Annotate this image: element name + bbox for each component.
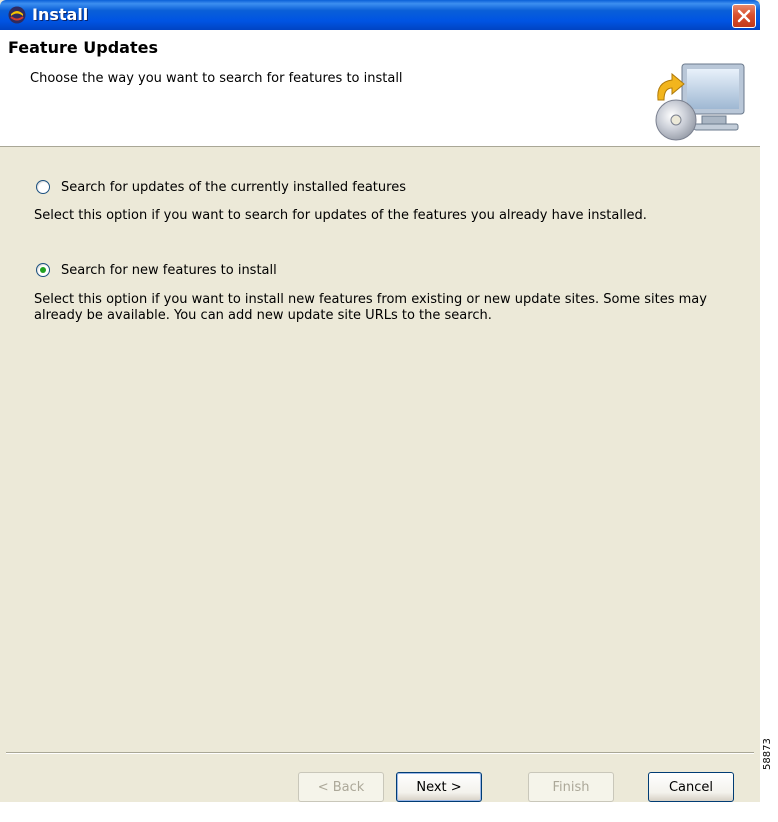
- search-new-features-description: Select this option if you want to instal…: [34, 292, 707, 323]
- search-new-features-option[interactable]: Search for new features to install: [36, 260, 277, 280]
- next-button[interactable]: Next >: [396, 772, 482, 802]
- search-new-features-label: Search for new features to install: [61, 262, 277, 278]
- search-updates-description: Select this option if you want to search…: [34, 208, 647, 223]
- button-bar-separator: [6, 752, 754, 754]
- title-bar[interactable]: Install: [0, 0, 760, 30]
- install-wizard-computer-icon: [655, 63, 745, 141]
- cancel-button[interactable]: Cancel: [648, 772, 734, 802]
- finish-button[interactable]: Finish: [528, 772, 614, 802]
- search-updates-label: Search for updates of the currently inst…: [61, 179, 406, 195]
- page-description: Choose the way you want to search for fe…: [30, 71, 403, 86]
- window-title: Install: [32, 5, 89, 24]
- search-updates-option[interactable]: Search for updates of the currently inst…: [36, 177, 406, 197]
- eclipse-icon: [8, 6, 26, 24]
- search-updates-radio[interactable]: [36, 180, 50, 194]
- page-title: Feature Updates: [8, 38, 158, 57]
- close-icon: [737, 9, 751, 23]
- back-button[interactable]: < Back: [298, 772, 384, 802]
- figure-id: 58873: [762, 738, 773, 770]
- search-new-features-radio[interactable]: [36, 263, 50, 277]
- close-button[interactable]: [732, 4, 756, 28]
- install-dialog: Install Feature Updates Choose the way y…: [0, 0, 760, 802]
